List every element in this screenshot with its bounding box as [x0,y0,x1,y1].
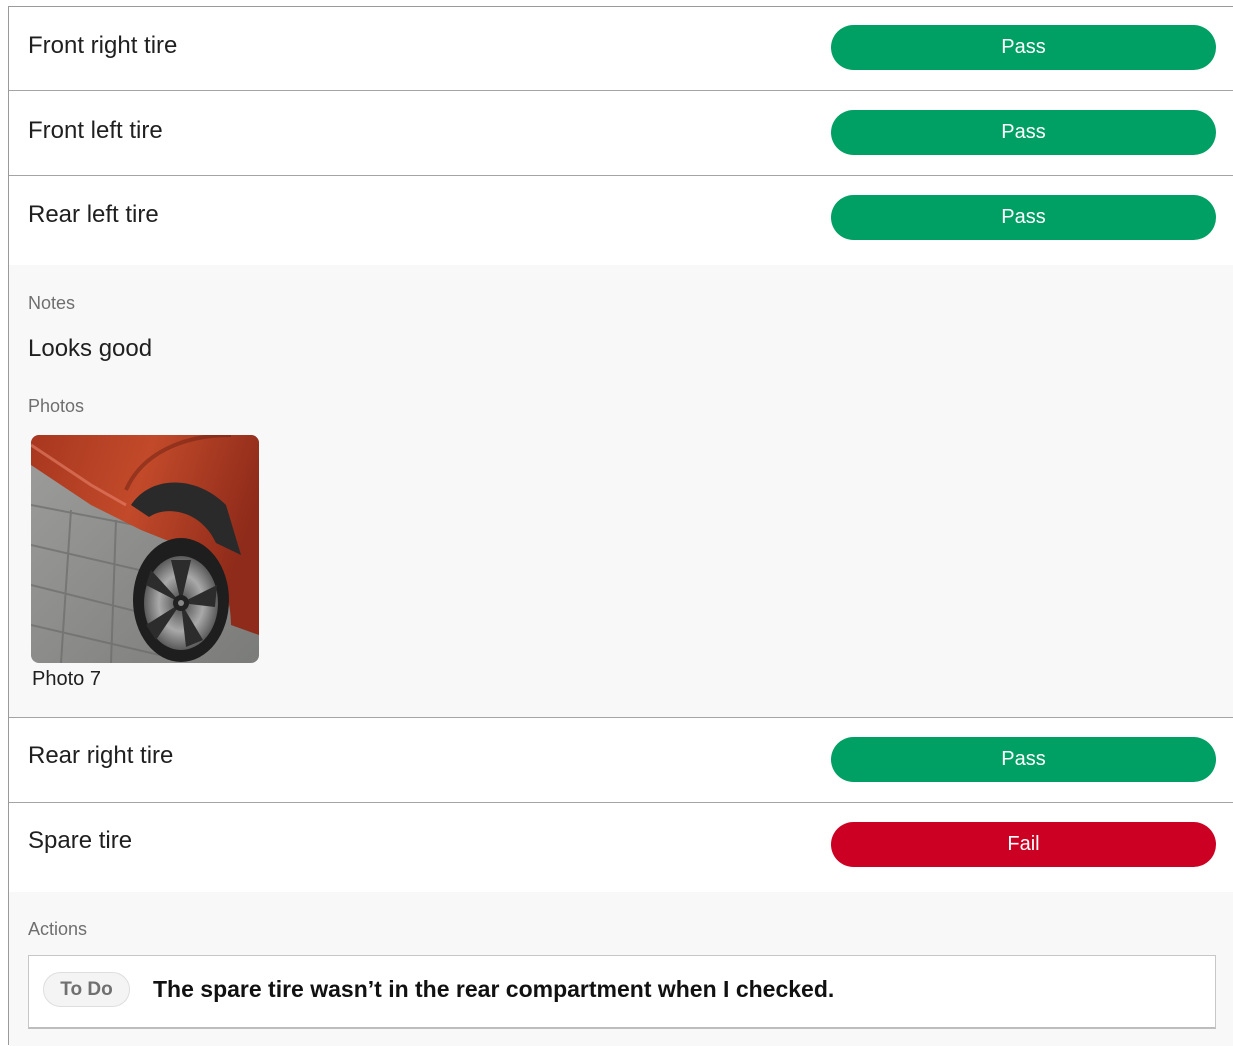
row-label: Front right tire [28,32,178,59]
inspection-row-spare: Spare tire Fail [9,803,1233,892]
pass-button[interactable]: Pass [831,110,1216,155]
row-label: Rear right tire [28,742,174,769]
notes-label: Notes [28,293,76,313]
inspection-list: Front right tire Pass Front left tire Pa… [8,6,1233,1046]
pass-button[interactable]: Pass [831,195,1216,240]
pass-button[interactable]: Pass [831,737,1216,782]
photo-thumbnail[interactable] [31,435,259,663]
row-label: Front left tire [28,117,163,144]
action-text: The spare tire wasn’t in the rear compar… [153,976,835,1002]
notes-text: Looks good [28,335,153,362]
row-label: Rear left tire [28,201,159,228]
inspection-row-rear-left: Rear left tire Pass [9,176,1233,265]
actions-label: Actions [28,919,88,939]
inspection-row-front-left: Front left tire Pass [9,91,1233,176]
action-item[interactable]: To Do The spare tire wasn’t in the rear … [28,955,1216,1029]
spare-detail: Actions To Do The spare tire wasn’t in t… [9,892,1233,1046]
inspection-row-front-right: Front right tire Pass [9,7,1233,91]
photo-caption: Photo 7 [32,668,101,690]
pass-button[interactable]: Pass [831,25,1216,70]
inspection-row-rear-right: Rear right tire Pass [9,718,1233,803]
photos-label: Photos [28,396,85,416]
rear-left-detail: Notes Looks good Photos Photo 7 [9,265,1233,718]
status-badge: To Do [43,972,130,1007]
car-wheel-photo [31,435,259,663]
row-label: Spare tire [28,827,133,854]
fail-button[interactable]: Fail [831,822,1216,867]
